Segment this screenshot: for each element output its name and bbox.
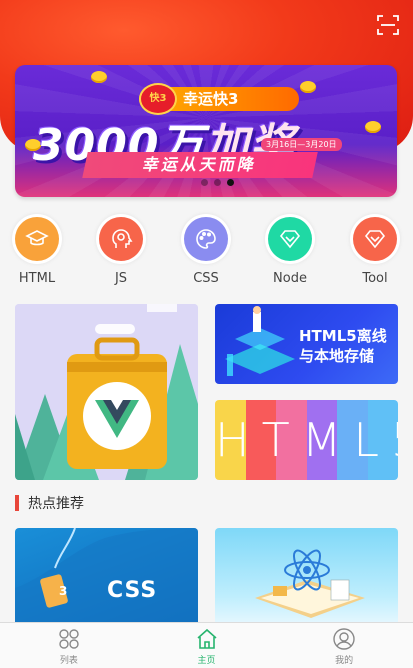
- css-tag: 3: [59, 584, 68, 598]
- bottom-tab-bar: 列表 主页 我的: [0, 622, 413, 668]
- head-brain-icon: [99, 217, 143, 261]
- category-nav: HTML JS CSS Node Tool: [0, 214, 413, 288]
- category-icon-ring: [96, 214, 146, 264]
- category-icon-ring: [350, 214, 400, 264]
- tab-list[interactable]: 列表: [0, 623, 138, 668]
- grid-list-icon: [59, 629, 79, 649]
- tab-profile[interactable]: 我的: [275, 623, 413, 668]
- category-tool[interactable]: Tool: [345, 214, 405, 286]
- category-node[interactable]: Node: [260, 214, 320, 286]
- category-label: Tool: [362, 271, 388, 286]
- category-label: CSS: [193, 271, 219, 286]
- recommend-react-card[interactable]: [215, 528, 398, 626]
- palette-icon: [184, 217, 228, 261]
- tab-label: 主页: [197, 656, 216, 666]
- scan-icon[interactable]: [377, 14, 399, 36]
- isometric-illustration-icon: [225, 306, 295, 376]
- section-bar: [15, 495, 19, 511]
- hot-title: 热点推荐: [28, 496, 84, 512]
- hot-section-header: 热点推荐: [15, 493, 84, 513]
- html5-tile[interactable]: HTML5: [215, 400, 398, 480]
- css-text: CSS: [107, 578, 158, 603]
- category-icon-ring: [12, 214, 62, 264]
- category-icon-ring: [265, 214, 315, 264]
- tab-label: 列表: [59, 656, 78, 666]
- category-label: HTML: [18, 271, 56, 286]
- banner-dates: 3月16日—3月20日: [261, 138, 342, 151]
- category-html[interactable]: HTML: [7, 214, 67, 286]
- carousel-dot[interactable]: [201, 179, 208, 186]
- html5-offline-tile[interactable]: HTML5离线 与本地存储: [215, 304, 398, 384]
- category-icon-ring: [181, 214, 231, 264]
- html5-offline-line2: 与本地存储: [299, 347, 375, 365]
- recommend-css-card[interactable]: 3 CSS: [15, 528, 198, 626]
- tab-home[interactable]: 主页: [138, 623, 276, 668]
- user-icon: [333, 628, 355, 650]
- carousel-dot-active[interactable]: [227, 179, 234, 186]
- category-label: JS: [114, 271, 128, 286]
- carousel-indicator[interactable]: [201, 179, 234, 186]
- vue-logo-icon: [15, 304, 198, 480]
- vue-tile[interactable]: [15, 304, 198, 480]
- tab-label: 我的: [335, 656, 354, 666]
- css-illustration-icon: [15, 528, 198, 626]
- banner-ribbon: 幸运从天而降: [82, 152, 318, 178]
- category-js[interactable]: JS: [91, 214, 151, 286]
- graduation-cap-icon: [15, 217, 59, 261]
- html5-offline-line1: HTML5离线: [299, 327, 387, 345]
- home-page: 幸运快3 快3 3000万加奖 3月16日—3月20日 幸运从天而降 HTML …: [0, 0, 413, 668]
- carousel-dot[interactable]: [214, 179, 221, 186]
- category-css[interactable]: CSS: [176, 214, 236, 286]
- home-icon: [196, 628, 217, 649]
- html5-text: HTML5: [215, 413, 398, 467]
- diamond-icon: [353, 217, 397, 261]
- diamond-icon: [268, 217, 312, 261]
- react-atom-icon: [255, 549, 365, 618]
- category-label: Node: [273, 271, 307, 286]
- banner-carousel[interactable]: 幸运快3 快3 3000万加奖 3月16日—3月20日 幸运从天而降: [15, 65, 397, 197]
